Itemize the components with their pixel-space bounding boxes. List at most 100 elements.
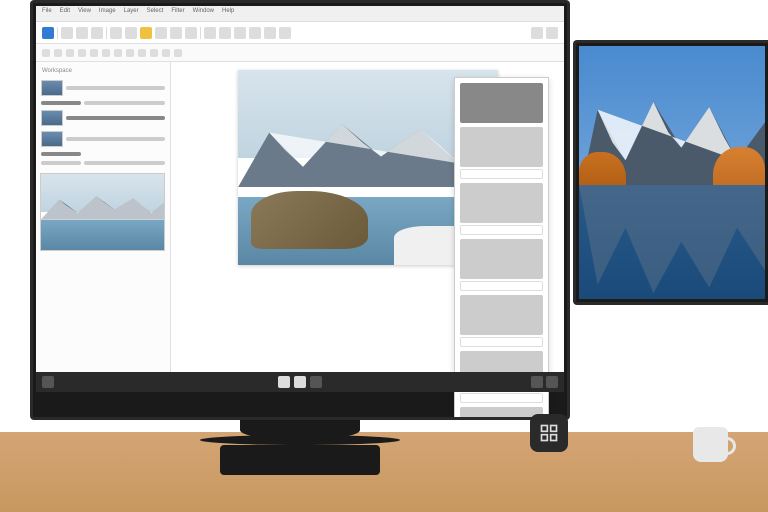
brush-icon[interactable]: [234, 27, 246, 39]
option-icon[interactable]: [114, 49, 122, 57]
main-toolbar: [36, 22, 564, 44]
task-app-icon[interactable]: [310, 376, 322, 388]
list-item[interactable]: [40, 151, 166, 157]
field-input[interactable]: [460, 169, 543, 179]
item-label: [66, 137, 165, 141]
item-label: [84, 101, 165, 105]
option-icon[interactable]: [126, 49, 134, 57]
undo-icon[interactable]: [110, 27, 122, 39]
list-item[interactable]: [40, 130, 166, 148]
thumbnail-icon: [41, 131, 63, 147]
thumbnail-icon: [41, 80, 63, 96]
desk-surface: [0, 432, 768, 512]
text-icon[interactable]: [279, 27, 291, 39]
eraser-icon[interactable]: [249, 27, 261, 39]
settings-icon[interactable]: [531, 27, 543, 39]
menu-select[interactable]: Select: [147, 8, 164, 19]
left-panel: Workspace: [36, 62, 171, 372]
menu-filter[interactable]: Filter: [171, 8, 184, 19]
option-icon[interactable]: [138, 49, 146, 57]
taskbar: [36, 372, 564, 392]
screen-area: File Edit View Image Layer Select Filter…: [36, 6, 564, 392]
field-input[interactable]: [460, 393, 543, 403]
tray-icon[interactable]: [531, 376, 543, 388]
field-input[interactable]: [460, 225, 543, 235]
select-icon[interactable]: [204, 27, 216, 39]
menu-view[interactable]: View: [78, 8, 91, 19]
grid-icon: [539, 423, 559, 443]
property-field: [460, 127, 543, 179]
crop-icon[interactable]: [219, 27, 231, 39]
keyboard: [220, 445, 380, 475]
fill-icon[interactable]: [264, 27, 276, 39]
field-label: [460, 183, 543, 223]
option-icon[interactable]: [150, 49, 158, 57]
item-label: [66, 116, 165, 120]
app-icon[interactable]: [42, 27, 54, 39]
redo-icon[interactable]: [125, 27, 137, 39]
save-icon[interactable]: [91, 27, 103, 39]
panel-title: Workspace: [40, 66, 166, 76]
rock-region: [251, 191, 368, 250]
separator: [200, 27, 201, 39]
new-icon[interactable]: [61, 27, 73, 39]
item-label: [41, 101, 81, 105]
option-icon[interactable]: [90, 49, 98, 57]
option-icon[interactable]: [54, 49, 62, 57]
properties-panel[interactable]: [454, 77, 549, 420]
thumbnail-icon: [41, 110, 63, 126]
wallpaper: [579, 46, 765, 299]
menu-layer[interactable]: Layer: [124, 8, 139, 19]
taskbar-left: [42, 376, 54, 388]
item-label: [66, 86, 165, 90]
warning-icon[interactable]: [140, 27, 152, 39]
workspace: Workspace: [36, 62, 564, 372]
menu-window[interactable]: Window: [193, 8, 214, 19]
option-icon[interactable]: [174, 49, 182, 57]
field-input[interactable]: [460, 281, 543, 291]
help-icon[interactable]: [546, 27, 558, 39]
copy-icon[interactable]: [170, 27, 182, 39]
field-label: [460, 127, 543, 167]
task-app-icon[interactable]: [278, 376, 290, 388]
grid-button[interactable]: [530, 414, 568, 452]
item-label: [41, 161, 81, 165]
preview-thumbnail[interactable]: [40, 173, 165, 251]
canvas-area[interactable]: [171, 62, 564, 372]
coffee-mug: [693, 427, 728, 462]
option-icon[interactable]: [78, 49, 86, 57]
menu-edit[interactable]: Edit: [60, 8, 70, 19]
water-region: [579, 185, 765, 299]
taskbar-right: [531, 376, 558, 388]
tray-icon[interactable]: [546, 376, 558, 388]
item-label: [41, 152, 81, 156]
menu-bar: File Edit View Image Layer Select Filter…: [36, 6, 564, 22]
options-toolbar: [36, 44, 564, 62]
menu-image[interactable]: Image: [99, 8, 116, 19]
option-icon[interactable]: [42, 49, 50, 57]
list-item[interactable]: [40, 79, 166, 97]
cut-icon[interactable]: [155, 27, 167, 39]
start-icon[interactable]: [42, 376, 54, 388]
option-icon[interactable]: [162, 49, 170, 57]
panel-title: [460, 83, 543, 123]
task-app-icon[interactable]: [294, 376, 306, 388]
option-icon[interactable]: [102, 49, 110, 57]
menu-file[interactable]: File: [42, 8, 52, 19]
property-field: [460, 239, 543, 291]
item-label: [84, 161, 165, 165]
separator: [57, 27, 58, 39]
primary-monitor: File Edit View Image Layer Select Filter…: [30, 0, 570, 420]
option-icon[interactable]: [66, 49, 74, 57]
list-item[interactable]: [40, 160, 166, 166]
water-region: [41, 220, 164, 250]
list-item[interactable]: [40, 109, 166, 127]
field-input[interactable]: [460, 337, 543, 347]
list-item[interactable]: [40, 100, 166, 106]
separator: [106, 27, 107, 39]
open-icon[interactable]: [76, 27, 88, 39]
menu-help[interactable]: Help: [222, 8, 234, 19]
monitor-base: [200, 435, 400, 445]
secondary-monitor: [573, 40, 768, 305]
paste-icon[interactable]: [185, 27, 197, 39]
